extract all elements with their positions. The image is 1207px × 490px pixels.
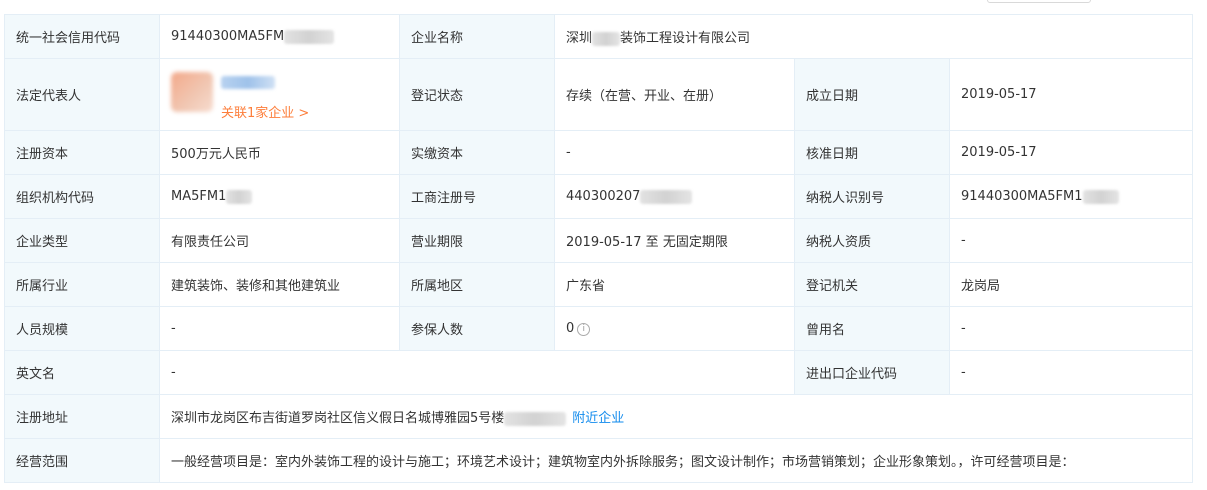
value-taxpayer-id: 91440300MA5FM1 — [949, 174, 1193, 219]
label-import-export-code: 进出口企业代码 — [794, 350, 950, 395]
label-reg-capital: 注册资本 — [4, 130, 160, 175]
redacted-blur — [226, 189, 253, 204]
value-biz-term: 2019-05-17 至 无固定期限 — [554, 218, 795, 263]
value-scope: 一般经营项目是：室内外装饰工程的设计与施工；环境艺术设计；建筑物室内外拆除服务；… — [159, 438, 1193, 483]
avatar[interactable] — [171, 71, 213, 112]
label-reg-authority: 登记机关 — [794, 262, 950, 307]
top-partial-button[interactable] — [987, 0, 1091, 3]
value-reg-capital: 500万元人民币 — [159, 130, 400, 175]
table-row: 企业类型 有限责任公司 营业期限 2019-05-17 至 无固定期限 纳税人资… — [4, 218, 1193, 263]
table-row: 英文名 - 进出口企业代码 - — [4, 350, 1193, 395]
nearby-companies-link[interactable]: 附近企业 — [572, 411, 624, 426]
value-import-export-code: - — [949, 350, 1193, 395]
label-established: 成立日期 — [794, 58, 950, 131]
table-row: 注册资本 500万元人民币 实缴资本 - 核准日期 2019-05-17 — [4, 130, 1193, 175]
value-insured: 0i — [554, 306, 795, 351]
table-row: 统一社会信用代码 91440300MA5FM 企业名称 深圳 装饰工程设计有限公司 — [4, 14, 1193, 59]
table-row: 法定代表人 关联1家企业 > 登记状态 存续（在营、开业、在册） 成立日期 20… — [4, 58, 1193, 131]
label-biz-reg-no: 工商注册号 — [399, 174, 555, 219]
label-scope: 经营范围 — [4, 438, 160, 483]
company-info-table: 统一社会信用代码 91440300MA5FM 企业名称 深圳 装饰工程设计有限公司… — [4, 14, 1193, 483]
value-credit-code: 91440300MA5FM — [159, 14, 400, 59]
table-row: 人员规模 - 参保人数 0i 曾用名 - — [4, 306, 1193, 351]
value-former-name: - — [949, 306, 1193, 351]
label-company-name: 企业名称 — [399, 14, 555, 59]
label-industry: 所属行业 — [4, 262, 160, 307]
redacted-blur — [1082, 189, 1119, 204]
label-former-name: 曾用名 — [794, 306, 950, 351]
label-legal-rep: 法定代表人 — [4, 58, 160, 131]
label-biz-term: 营业期限 — [399, 218, 555, 263]
value-staff-size: - — [159, 306, 400, 351]
value-reg-authority: 龙岗局 — [949, 262, 1193, 307]
label-paid-capital: 实缴资本 — [399, 130, 555, 175]
table-row: 注册地址 深圳市龙岗区布吉街道罗岗社区信义假日名城博雅园5号楼 附近企业 — [4, 394, 1193, 439]
related-companies-link[interactable]: 关联1家企业 > — [221, 102, 309, 121]
value-established: 2019-05-17 — [949, 58, 1193, 131]
legal-rep-name-link[interactable] — [221, 75, 275, 89]
value-address: 深圳市龙岗区布吉街道罗岗社区信义假日名城博雅园5号楼 附近企业 — [159, 394, 1193, 439]
value-company-name: 深圳 装饰工程设计有限公司 — [554, 14, 1193, 59]
value-reg-status: 存续（在营、开业、在册） — [554, 58, 795, 131]
label-taxpayer-qual: 纳税人资质 — [794, 218, 950, 263]
redacted-blur — [640, 189, 693, 204]
value-company-type: 有限责任公司 — [159, 218, 400, 263]
value-biz-reg-no: 440300207 — [554, 174, 795, 219]
redacted-blur — [284, 29, 335, 44]
value-english-name: - — [159, 350, 795, 395]
info-icon[interactable]: i — [577, 323, 591, 336]
value-paid-capital: - — [554, 130, 795, 175]
redacted-blur — [504, 411, 567, 426]
label-taxpayer-id: 纳税人识别号 — [794, 174, 950, 219]
label-company-type: 企业类型 — [4, 218, 160, 263]
value-org-code: MA5FM1 — [159, 174, 400, 219]
table-row: 所属行业 建筑装饰、装修和其他建筑业 所属地区 广东省 登记机关 龙岗局 — [4, 262, 1193, 307]
value-taxpayer-qual: - — [949, 218, 1193, 263]
label-credit-code: 统一社会信用代码 — [4, 14, 160, 59]
value-approved-date: 2019-05-17 — [949, 130, 1193, 175]
label-insured: 参保人数 — [399, 306, 555, 351]
table-row: 经营范围 一般经营项目是：室内外装饰工程的设计与施工；环境艺术设计；建筑物室内外… — [4, 438, 1193, 483]
value-legal-rep: 关联1家企业 > — [159, 58, 400, 131]
label-address: 注册地址 — [4, 394, 160, 439]
value-industry: 建筑装饰、装修和其他建筑业 — [159, 262, 400, 307]
label-org-code: 组织机构代码 — [4, 174, 160, 219]
label-approved-date: 核准日期 — [794, 130, 950, 175]
redacted-blur — [592, 31, 621, 46]
value-region: 广东省 — [554, 262, 795, 307]
label-staff-size: 人员规模 — [4, 306, 160, 351]
label-english-name: 英文名 — [4, 350, 160, 395]
label-region: 所属地区 — [399, 262, 555, 307]
label-reg-status: 登记状态 — [399, 58, 555, 131]
table-row: 组织机构代码 MA5FM1 工商注册号 440300207 纳税人识别号 914… — [4, 174, 1193, 219]
